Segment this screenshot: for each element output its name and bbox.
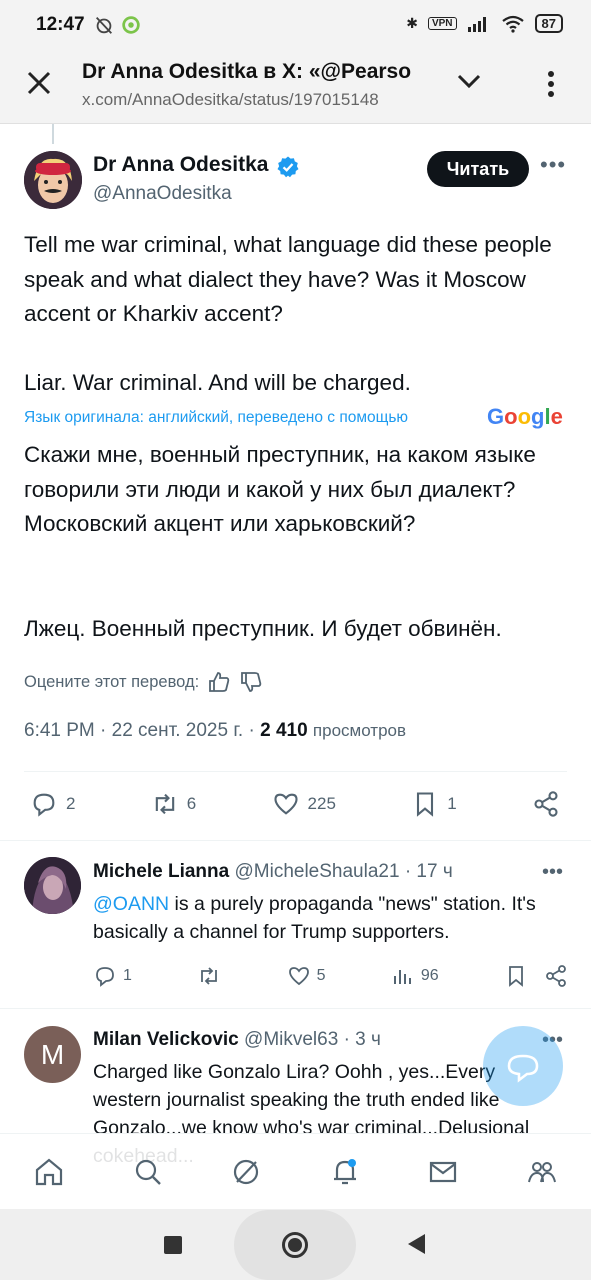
verified-badge-icon (277, 156, 299, 178)
views-count: 96 (420, 967, 439, 984)
like-count: 5 (316, 967, 326, 984)
clock: 12:47 (36, 14, 85, 35)
page-title: Dr Anna Odesitka в X: «@Pearso (82, 60, 412, 83)
bookmark-button[interactable]: 1 (411, 790, 457, 818)
expand-toolbar-button[interactable] (454, 66, 484, 96)
divider (24, 771, 567, 772)
share-button[interactable] (532, 790, 560, 818)
tweet-actions: 2 6 225 1 (30, 790, 560, 818)
status-icons-left (93, 14, 142, 36)
heart-icon (288, 967, 309, 986)
custom-tab-toolbar: Dr Anna Odesitka в X: «@Pearso x.com/Ann… (0, 52, 591, 124)
analytics-icon (393, 970, 411, 984)
bottom-nav (0, 1133, 591, 1209)
reply-author-name[interactable]: Milan Velickovic (93, 1029, 239, 1050)
avatar[interactable]: M (24, 1026, 81, 1083)
mention-link[interactable]: @OANN (93, 893, 169, 915)
thread-line (52, 124, 54, 144)
avatar[interactable] (24, 857, 81, 914)
tweet-text-original: Tell me war criminal, what language did … (24, 232, 552, 326)
tweet-text-translated-2: Лжец. Военный преступник. И будет обвинё… (24, 616, 502, 641)
divider (0, 840, 591, 841)
bluetooth-icon: ✱ (406, 15, 418, 31)
reply-button[interactable]: 2 (30, 790, 75, 818)
repost-count: 6 (186, 794, 197, 813)
heart-icon (273, 793, 298, 815)
reply-extra-actions (504, 964, 568, 988)
vpn-badge: VPN (427, 17, 457, 30)
reply-count: 1 (123, 967, 132, 984)
compose-icon (507, 1054, 539, 1083)
reply-header: Michele Lianna @MicheleShaula21 · 17 ч (93, 861, 453, 883)
bookmark-icon (417, 792, 434, 817)
share-icon (534, 791, 558, 817)
translation-note[interactable]: Язык оригинала: английский, переведено с… (24, 409, 408, 427)
thumbs-up-icon[interactable] (207, 670, 231, 694)
search-icon[interactable] (131, 1155, 165, 1189)
tweet-meta: 6:41 PM · 22 сент. 2025 г. · 2 410 просм… (24, 720, 406, 742)
status-bar: 12:47 ✱ VPN 87 (0, 0, 591, 52)
battery-indicator: 87 (534, 14, 563, 33)
reply-author-handle[interactable]: @Mikvel63 · 3 ч (244, 1029, 381, 1050)
signal-icon (467, 16, 486, 32)
google-logo: Google (487, 404, 563, 429)
page-url[interactable]: x.com/AnnaOdesitka/status/197015148 (82, 90, 428, 110)
like-button[interactable]: 5 (287, 964, 326, 988)
reply-icon (33, 793, 55, 817)
reply-count: 2 (66, 794, 76, 813)
notifications-icon[interactable] (328, 1155, 362, 1189)
close-tab-button[interactable] (26, 66, 52, 102)
repost-button[interactable] (197, 964, 221, 988)
repost-icon (201, 967, 218, 985)
tweet-text-original-2: Liar. War criminal. And will be charged. (24, 370, 411, 395)
home-button-dot (288, 1238, 302, 1252)
reply-author-handle[interactable]: @MicheleShaula21 · 17 ч (234, 861, 452, 882)
app-indicator-icon (122, 16, 140, 34)
messages-icon[interactable] (426, 1155, 460, 1189)
timestamp[interactable]: 6:41 PM · 22 сент. 2025 г. · (24, 720, 255, 741)
views-label: просмотров (312, 721, 407, 740)
rate-translation: Оцените этот перевод: (24, 670, 263, 694)
repost-button[interactable]: 6 (151, 790, 196, 818)
bookmark-icon[interactable] (504, 964, 528, 988)
grok-icon[interactable] (229, 1155, 263, 1189)
more-icon[interactable]: ••• (542, 861, 563, 884)
reply-text: @OANN is a purely propaganda "news" stat… (93, 890, 563, 946)
reply-button[interactable]: 1 (93, 964, 132, 988)
avatar[interactable] (24, 151, 82, 209)
author-handle[interactable]: @AnnaOdesitka (93, 183, 232, 205)
more-icon[interactable]: ••• (540, 152, 566, 178)
chevron-down-icon (457, 74, 481, 89)
alarm-off-icon (95, 17, 113, 35)
like-button[interactable]: 225 (272, 790, 336, 818)
more-vertical-icon (548, 71, 554, 97)
thumbs-down-icon[interactable] (239, 670, 263, 694)
like-count: 225 (307, 794, 336, 813)
close-icon (27, 71, 51, 95)
views-button[interactable]: 96 (391, 964, 439, 988)
reply-author-name[interactable]: Michele Lianna (93, 861, 229, 882)
recents-button[interactable] (164, 1236, 182, 1254)
views-count: 2 410 (260, 720, 308, 741)
back-button[interactable] (408, 1234, 425, 1254)
status-icons-right: ✱ VPN 87 (406, 14, 563, 33)
share-icon[interactable] (544, 964, 568, 988)
reply-header: Milan Velickovic @Mikvel63 · 3 ч (93, 1029, 381, 1051)
menu-button[interactable] (536, 66, 566, 102)
rate-translation-label: Оцените этот перевод: (24, 672, 200, 691)
compose-button[interactable] (483, 1026, 563, 1106)
divider (0, 1008, 591, 1009)
author-name[interactable]: Dr Anna Odesitka (93, 153, 268, 177)
reply-actions: 1 5 96 (93, 964, 568, 988)
wifi-icon (501, 15, 524, 33)
communities-icon[interactable] (525, 1155, 559, 1189)
reply-icon (96, 967, 114, 987)
tweet-text-translated: Скажи мне, военный преступник, на каком … (24, 442, 536, 536)
repost-icon (155, 793, 174, 815)
home-icon[interactable] (32, 1155, 66, 1189)
bookmark-count: 1 (447, 794, 457, 813)
follow-button[interactable]: Читать (427, 151, 529, 187)
